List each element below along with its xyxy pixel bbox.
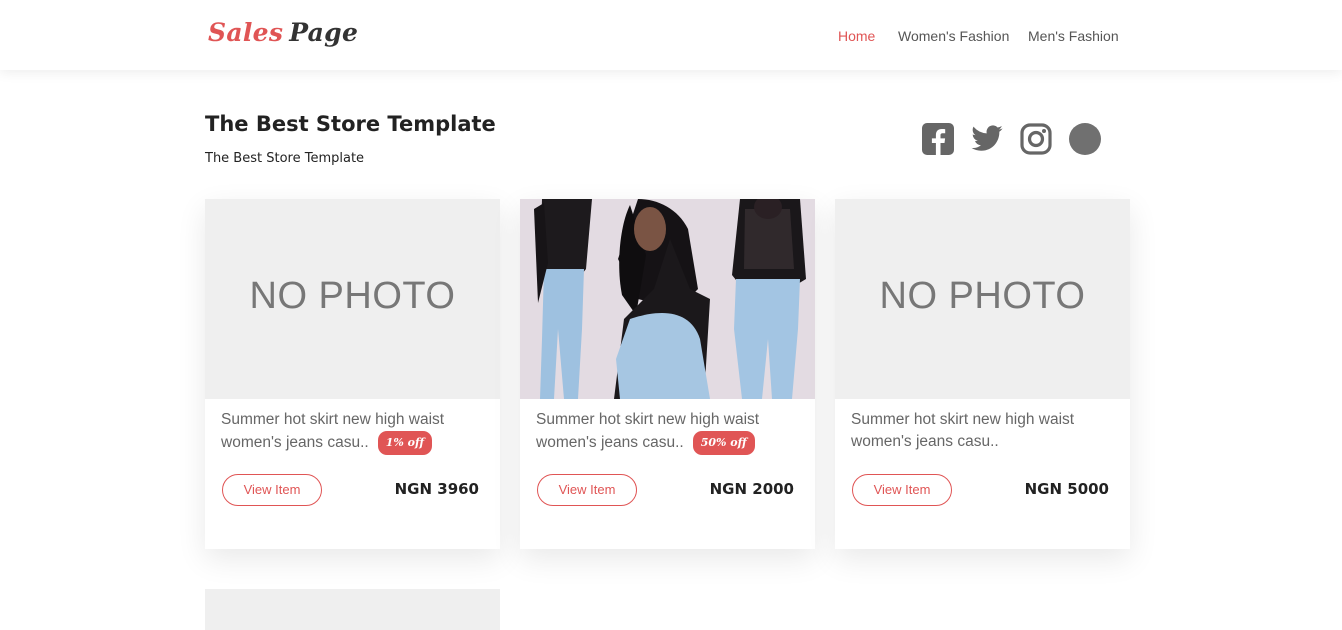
- brand-logo[interactable]: Sales Page: [208, 18, 358, 47]
- product-description-line1: Summer hot skirt new high waist: [851, 411, 1075, 428]
- page-subtitle: The Best Store Template: [205, 151, 365, 166]
- facebook-icon[interactable]: [921, 122, 955, 156]
- view-item-button[interactable]: View Item: [222, 474, 322, 506]
- product-card-image-placeholder[interactable]: [205, 589, 500, 630]
- no-photo-text: NO PHOTO: [249, 275, 456, 317]
- view-item-button[interactable]: View Item: [537, 474, 637, 506]
- view-item-button[interactable]: View Item: [852, 474, 952, 506]
- product-image-placeholder[interactable]: NO PHOTO: [835, 199, 1130, 399]
- product-card: NO PHOTO Summer hot skirt new high waist…: [205, 199, 500, 549]
- no-photo-text: NO PHOTO: [879, 275, 1086, 317]
- brand-part-1: Sales: [208, 18, 284, 47]
- discount-badge: 1% off: [377, 431, 433, 455]
- product-image-placeholder[interactable]: NO PHOTO: [205, 199, 500, 399]
- discount-badge: 50% off: [692, 431, 755, 455]
- top-navbar: Sales Page Home Women's Fashion Men's Fas…: [0, 0, 1342, 70]
- product-card: NO PHOTO Summer hot skirt new high waist…: [835, 199, 1130, 549]
- product-description: Summer hot skirt new high waist women's …: [536, 409, 806, 455]
- product-description-line1: Summer hot skirt new high waist: [221, 411, 445, 428]
- product-description-line1: Summer hot skirt new high waist: [536, 411, 760, 428]
- twitter-icon[interactable]: [970, 122, 1004, 156]
- circle-icon[interactable]: [1068, 122, 1102, 156]
- instagram-icon[interactable]: [1019, 122, 1053, 156]
- product-description-line2: women's jeans casu..: [536, 434, 684, 451]
- brand-part-2: Page: [289, 18, 359, 47]
- product-price: NGN 3960: [394, 480, 479, 498]
- product-photo-illustration: [520, 199, 815, 399]
- product-description: Summer hot skirt new high waist women's …: [221, 409, 491, 455]
- nav-home[interactable]: Home: [838, 28, 875, 44]
- product-price: NGN 2000: [709, 480, 794, 498]
- product-price: NGN 5000: [1024, 480, 1109, 498]
- product-image[interactable]: [520, 199, 815, 399]
- nav-mens-fashion[interactable]: Men's Fashion: [1028, 28, 1119, 44]
- product-description: Summer hot skirt new high waist women's …: [851, 409, 1121, 453]
- product-description-line2: women's jeans casu..: [221, 434, 369, 451]
- product-description-line2: women's jeans casu..: [851, 433, 999, 450]
- product-card: Summer hot skirt new high waist women's …: [520, 199, 815, 549]
- page-title: The Best Store Template: [205, 112, 496, 136]
- nav-womens-fashion[interactable]: Women's Fashion: [898, 28, 1009, 44]
